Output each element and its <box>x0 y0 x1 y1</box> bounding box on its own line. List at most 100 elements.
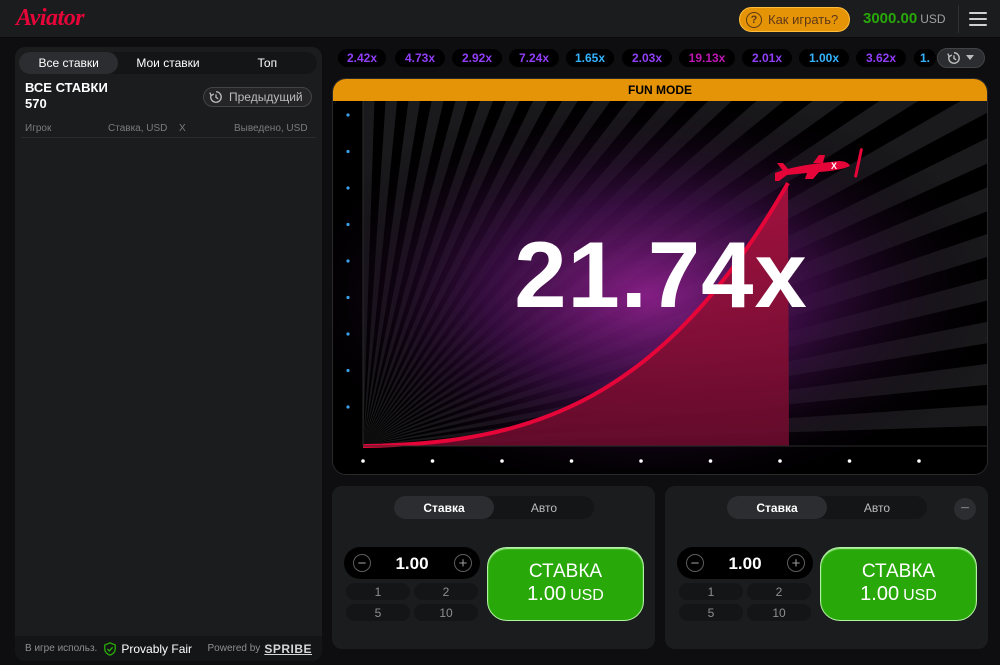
aviator-logo: Aviator <box>16 5 85 31</box>
bet-button-amount: 1.00 USD <box>527 583 604 607</box>
quick-amount-button[interactable]: 10 <box>414 604 478 621</box>
history-value: 2.42x <box>346 51 378 65</box>
quick-amount-button[interactable]: 2 <box>747 583 811 600</box>
bet-amount-stepper: − 1.00 + <box>677 547 813 579</box>
current-multiplier: 21.74x <box>514 222 808 327</box>
history-item[interactable]: 2.03x <box>622 49 672 67</box>
x-axis-dot <box>500 459 504 463</box>
history-value: 1. <box>919 51 930 65</box>
shield-check-icon <box>104 641 117 656</box>
multiplier-history: 2.42x 4.73x 2.92x 7.24x 1.65x 2.03x 19.1… <box>338 47 938 69</box>
header-divider <box>958 5 959 33</box>
history-value: 3.62x <box>865 51 897 65</box>
increase-icon[interactable]: + <box>454 554 472 572</box>
history-value: 7.24x <box>518 51 550 65</box>
bet-button-value: 1.00 <box>860 583 900 605</box>
history-value: 1.65x <box>574 51 606 65</box>
history-item[interactable]: 2.42x <box>338 49 386 67</box>
provably-fair-link[interactable]: Provably Fair <box>103 642 192 656</box>
all-bets-header: ВСЕ СТАВКИ 570 <box>25 80 108 112</box>
history-item[interactable]: 3.62x <box>856 49 906 67</box>
quick-amount-button[interactable]: 2 <box>414 583 478 600</box>
balance-amount: 3000.00 <box>863 10 918 27</box>
spribe-logo[interactable]: SPRIBE <box>264 642 312 656</box>
bets-tabs: Все ставки Мои ставки Топ <box>19 52 317 74</box>
increase-icon[interactable]: + <box>787 554 805 572</box>
history-item[interactable]: 1. <box>914 49 936 67</box>
bet-mode-switch: Ставка Авто <box>727 496 927 519</box>
history-value: 2.01x <box>751 51 783 65</box>
fun-mode-banner: FUN MODE <box>333 79 987 101</box>
tab-auto[interactable]: Авто <box>494 496 594 519</box>
col-cashout: Выведено, USD <box>234 123 308 134</box>
remove-panel-icon[interactable]: − <box>954 498 976 520</box>
x-axis-dot <box>569 459 574 463</box>
history-item[interactable]: 4.73x <box>395 49 445 67</box>
history-item[interactable]: 1.65x <box>566 49 614 67</box>
x-axis-dot <box>847 459 852 463</box>
x-axis-dot <box>917 459 921 463</box>
bet-button-currency: USD <box>570 587 604 604</box>
x-axis-dot <box>361 459 365 463</box>
col-player: Игрок <box>25 123 52 134</box>
col-x: X <box>179 123 186 134</box>
balance: 3000.00 USD <box>863 10 946 27</box>
place-bet-button[interactable]: СТАВКА 1.00 USD <box>820 547 977 621</box>
x-axis-dot <box>639 459 643 463</box>
history-clock-icon <box>947 52 960 64</box>
tab-my-bets[interactable]: Мои ставки <box>118 52 217 74</box>
tab-top[interactable]: Топ <box>218 52 317 74</box>
quick-amount-button[interactable]: 1 <box>679 583 743 600</box>
place-bet-button[interactable]: СТАВКА 1.00 USD <box>487 547 644 621</box>
previous-label: Предыдущий <box>229 90 303 104</box>
tab-bet[interactable]: Ставка <box>394 496 494 519</box>
history-toggle-button[interactable] <box>937 48 985 68</box>
history-value: 1.00x <box>808 51 840 65</box>
tab-all-bets[interactable]: Все ставки <box>19 52 119 74</box>
history-item[interactable]: 2.92x <box>452 49 502 67</box>
bets-panel: Все ставки Мои ставки Топ ВСЕ СТАВКИ 570… <box>15 47 322 661</box>
history-item[interactable]: 2.01x <box>742 49 792 67</box>
bet-button-currency: USD <box>903 587 937 604</box>
previous-round-button[interactable]: Предыдущий <box>203 87 312 107</box>
y-axis-dot <box>346 186 350 190</box>
tab-bet[interactable]: Ставка <box>727 496 827 519</box>
quick-amount-button[interactable]: 5 <box>346 604 410 621</box>
how-to-play-button[interactable]: ? Как играть? <box>739 7 850 32</box>
quick-amount-button[interactable]: 1 <box>346 583 410 600</box>
history-item[interactable]: 1.00x <box>799 49 849 67</box>
bet-panel-1: Ставка Авто − 1.00 + 1 2 5 10 СТАВКА 1.0… <box>332 486 655 649</box>
col-bet: Ставка, USD <box>108 123 168 134</box>
uses-label: В игре использ. <box>25 643 98 654</box>
bet-amount-stepper: − 1.00 + <box>344 547 480 579</box>
quick-amount-button[interactable]: 10 <box>747 604 811 621</box>
history-value: 19.13x <box>688 51 726 65</box>
y-axis-dot <box>346 113 350 117</box>
tab-auto[interactable]: Авто <box>827 496 927 519</box>
hamburger-menu-icon[interactable] <box>969 12 987 26</box>
bet-panel-2: Ставка Авто − − 1.00 + 1 2 5 10 СТАВКА 1… <box>665 486 988 649</box>
y-axis-dot <box>346 368 350 373</box>
history-value: 2.03x <box>631 51 663 65</box>
y-axis-dot <box>346 332 350 336</box>
bet-button-amount: 1.00 USD <box>860 583 937 607</box>
powered-by-label: Powered by <box>207 643 261 654</box>
y-axis-dot <box>346 405 350 409</box>
svg-text:X: X <box>831 161 837 171</box>
top-bar: Aviator ? Как играть? 3000.00 USD <box>0 0 1000 38</box>
question-icon: ? <box>746 11 762 28</box>
history-value: 4.73x <box>404 51 436 65</box>
powered-by: Powered by SPRIBE <box>208 642 313 656</box>
history-icon <box>209 91 222 103</box>
quick-amount-button[interactable]: 5 <box>679 604 743 621</box>
history-item[interactable]: 7.24x <box>509 49 559 67</box>
all-bets-title: ВСЕ СТАВКИ <box>25 80 108 95</box>
bet-button-title: СТАВКА <box>861 561 936 582</box>
balance-currency: USD <box>920 12 946 26</box>
history-item[interactable]: 19.13x <box>679 49 735 67</box>
all-bets-count: 570 <box>25 96 47 111</box>
game-canvas: FUN MODE X 21.74x <box>332 78 988 475</box>
panel-footer: В игре использ. Provably Fair Powered by… <box>15 636 322 661</box>
x-axis-dot <box>778 459 782 463</box>
chevron-down-icon <box>966 55 974 60</box>
